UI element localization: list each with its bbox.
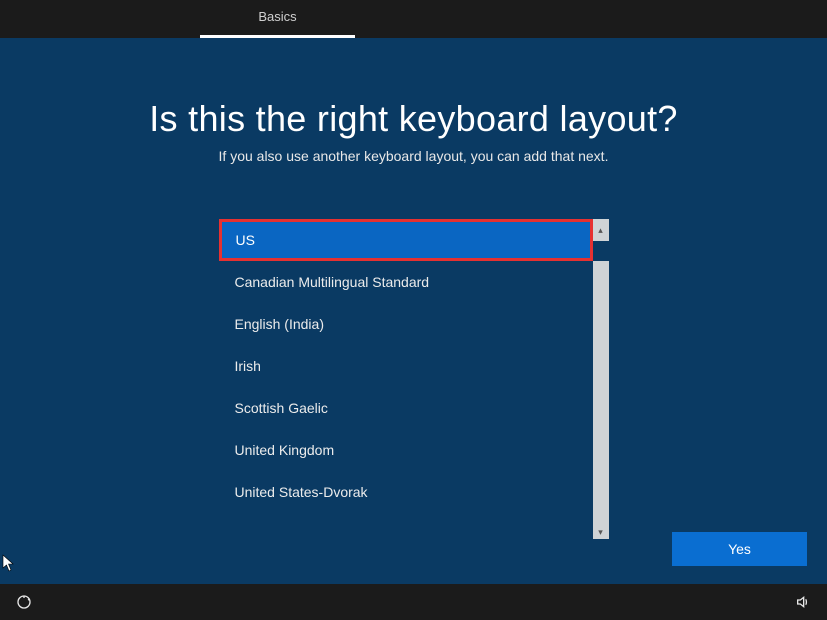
accessibility-icon[interactable] xyxy=(14,592,34,612)
volume-icon[interactable] xyxy=(793,592,813,612)
layout-item[interactable]: United States-Dvorak xyxy=(219,471,593,513)
top-bar: Basics xyxy=(0,0,827,38)
layout-item[interactable]: English (India) xyxy=(219,303,593,345)
main-content: Is this the right keyboard layout? If yo… xyxy=(0,38,827,539)
mouse-cursor-icon xyxy=(2,554,16,577)
scroll-up-arrow[interactable]: ▴ xyxy=(593,219,609,241)
scrollbar[interactable]: ▾ xyxy=(593,261,609,539)
keyboard-layout-list: US ▴ Canadian Multilingual Standard Engl… xyxy=(219,219,609,539)
layout-label: United States-Dvorak xyxy=(235,484,368,500)
layout-item[interactable]: Scottish Gaelic xyxy=(219,387,593,429)
tab-basics[interactable]: Basics xyxy=(200,0,355,38)
layout-item-selected[interactable]: US xyxy=(219,219,593,261)
page-subtitle: If you also use another keyboard layout,… xyxy=(0,148,827,164)
layout-label: Irish xyxy=(235,358,261,374)
yes-button-label: Yes xyxy=(728,541,751,557)
bottom-bar xyxy=(0,584,827,620)
layout-label: US xyxy=(236,232,255,248)
layout-label: Scottish Gaelic xyxy=(235,400,328,416)
layout-label: English (India) xyxy=(235,316,325,332)
yes-button[interactable]: Yes xyxy=(672,532,807,566)
page-title: Is this the right keyboard layout? xyxy=(0,98,827,140)
scroll-down-arrow[interactable]: ▾ xyxy=(598,528,603,537)
layout-item[interactable]: Irish xyxy=(219,345,593,387)
layout-item[interactable]: United Kingdom xyxy=(219,429,593,471)
layout-label: Canadian Multilingual Standard xyxy=(235,274,430,290)
tab-label: Basics xyxy=(258,9,296,24)
layout-label: United Kingdom xyxy=(235,442,335,458)
layout-item[interactable]: Canadian Multilingual Standard xyxy=(219,261,593,303)
